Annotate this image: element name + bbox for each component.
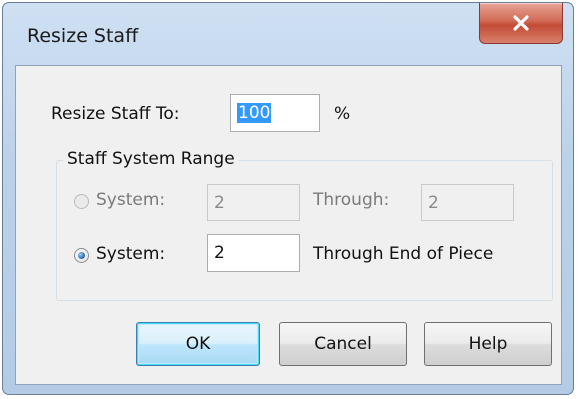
title-bar[interactable]: Resize Staff [3, 3, 573, 65]
dialog-body: Resize Staff To: 100 % Staff System Rang… [15, 65, 562, 385]
system-from-input[interactable] [207, 234, 300, 272]
window-title: Resize Staff [27, 25, 139, 47]
resize-percent-value: 100 [237, 103, 272, 123]
close-x-icon [513, 15, 529, 31]
staff-system-range-group [56, 160, 553, 301]
resize-percent-input[interactable]: 100 [230, 94, 320, 132]
through-label: Through: [313, 190, 390, 210]
dialog-window: Resize Staff Resize Staff To: 100 % Staf… [2, 2, 574, 395]
resize-label: Resize Staff To: [51, 104, 180, 124]
help-button[interactable]: Help [424, 322, 552, 366]
system-range-radio[interactable] [74, 194, 89, 209]
staff-system-range-caption: Staff System Range [63, 149, 239, 169]
system-through-end-label: System: [96, 244, 166, 264]
cancel-button[interactable]: Cancel [279, 322, 407, 366]
system-start-input[interactable] [207, 184, 300, 221]
percent-unit-label: % [334, 104, 351, 124]
system-end-input[interactable] [421, 184, 514, 221]
through-end-of-piece-label: Through End of Piece [313, 244, 494, 264]
system-through-end-radio[interactable] [74, 248, 89, 263]
close-button[interactable] [479, 3, 563, 44]
ok-button[interactable]: OK [136, 322, 260, 366]
system-range-label: System: [96, 190, 166, 210]
